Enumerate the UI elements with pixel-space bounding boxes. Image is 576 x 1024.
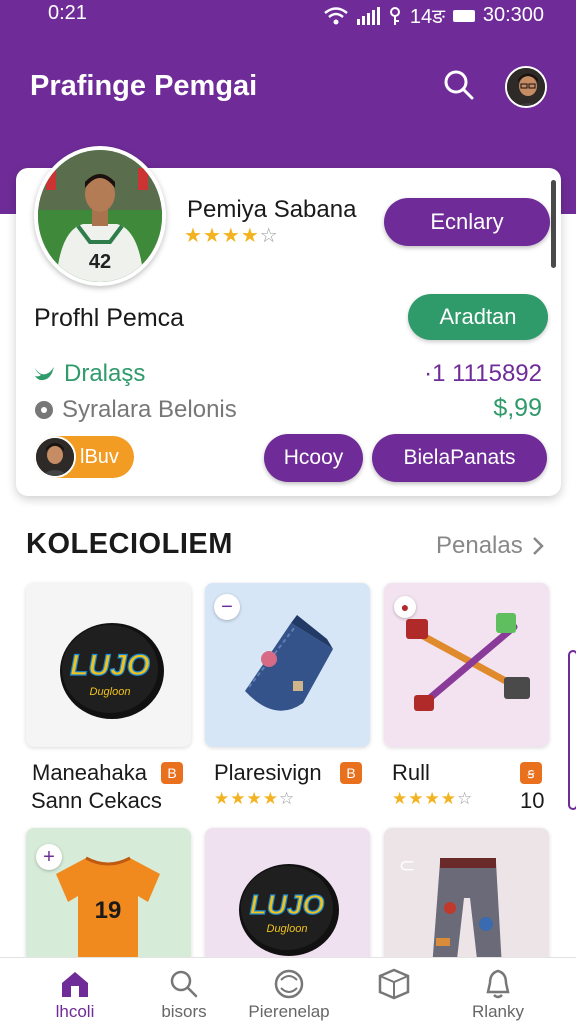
product-count: 10	[520, 788, 545, 813]
battery-icon	[452, 9, 475, 22]
app-screen: 0:21 14ङ 30:300 Prafinge Pemgai 42 Pemiy…	[0, 0, 576, 1024]
star-icon: ★	[221, 225, 240, 247]
stat2-label: Syralara Belonis	[62, 396, 237, 423]
secondary-button-left[interactable]: Hcooy	[264, 434, 363, 482]
star-empty-icon: ☆	[259, 225, 278, 247]
player-name: Pemiya Sabana	[187, 196, 357, 223]
product-name: Plaresivign	[214, 760, 322, 785]
nav-item-notifications[interactable]: Rlanky	[443, 966, 553, 1022]
nav-label: lhcoli	[55, 1002, 95, 1021]
profile-section-label: Profhl Pemca	[34, 304, 185, 332]
battery-text: 14ङ	[409, 6, 445, 28]
star-icon: ★	[230, 789, 246, 808]
wifi-icon	[324, 6, 348, 24]
status-bar: 0:21 14ङ 30:300	[0, 0, 576, 30]
star-icon: ★	[246, 789, 262, 808]
ball-icon	[274, 969, 304, 999]
star-icon: ★	[214, 789, 230, 808]
home-icon	[62, 972, 88, 997]
badge-avatar	[34, 436, 76, 478]
player-photo: 42	[34, 146, 166, 286]
minus-button[interactable]: −	[214, 594, 240, 620]
star-icon: ★	[240, 225, 259, 247]
search-icon	[444, 70, 474, 100]
product-logo-subtext: Dugloon	[267, 923, 308, 935]
gear-icon	[35, 401, 53, 419]
signal-icon	[356, 6, 380, 25]
product-subtitle: Sann Cekacs	[31, 788, 162, 813]
product-card[interactable]: LUJO Dugloon	[205, 828, 370, 968]
nav-item-search[interactable]: bisors	[129, 966, 239, 1022]
product-card[interactable]	[384, 828, 549, 968]
product-image	[432, 858, 502, 968]
add-button[interactable]: +	[36, 844, 62, 870]
jersey-number: 19	[95, 897, 122, 924]
status-time: 0:21	[48, 2, 87, 24]
product-corner-icon[interactable]: ⊂	[394, 852, 420, 878]
product-name: Rull	[392, 760, 430, 785]
bottom-nav: lhcoli bisors Pierenelap Rlanky	[0, 957, 576, 1024]
search-icon	[170, 970, 198, 998]
star-icon: ★	[262, 789, 278, 808]
product-rating: ★ ★ ★ ★ ☆	[214, 790, 294, 807]
nav-item-box[interactable]	[339, 966, 449, 1002]
star-icon: ★	[202, 225, 221, 247]
star-icon: ★	[408, 789, 424, 808]
see-all-link[interactable]: Penalas	[436, 532, 545, 560]
stat1-value: ·1 1115892	[424, 360, 542, 387]
star-icon: ★	[184, 225, 202, 247]
green-action-button[interactable]: Aradtan	[408, 294, 548, 340]
stat2-value: $,99	[493, 394, 542, 422]
bird-icon	[35, 367, 54, 381]
bell-icon	[486, 969, 510, 999]
secondary-button-right[interactable]: BielaPanats	[372, 434, 547, 482]
product-logo-text: LUJO	[70, 649, 150, 682]
product-name: Maneahaka	[32, 760, 147, 785]
next-card-peek[interactable]	[568, 650, 576, 810]
card-scrollbar[interactable]	[551, 180, 556, 268]
star-icon: ★	[392, 789, 408, 808]
stat-row-1: Dralaşs	[34, 360, 145, 388]
player-image: 42	[38, 150, 162, 282]
nav-item-ball[interactable]: Pierenelap	[234, 966, 344, 1022]
star-icon: ★	[440, 789, 456, 808]
player-rating: ★ ★ ★ ★ ☆	[184, 226, 278, 246]
user-badge[interactable]: lBuv	[34, 436, 134, 478]
product-card[interactable]: LUJO Dugloon	[26, 583, 191, 747]
nav-label: Pierenelap	[248, 1002, 330, 1021]
product-image: LUJO Dugloon	[239, 864, 339, 956]
chevron-right-icon	[532, 537, 544, 555]
stat1-label: Dralaşs	[64, 360, 146, 387]
key-icon	[389, 6, 400, 25]
search-button[interactable]	[440, 66, 478, 104]
product-logo-subtext: Dugloon	[90, 686, 131, 698]
stat-row-2: Syralara Belonis	[34, 396, 237, 424]
product-image: LUJO Dugloon	[60, 623, 164, 719]
product-logo-text: LUJO	[250, 889, 325, 920]
nav-label: bisors	[161, 1002, 207, 1021]
see-all-label: Penalas	[436, 532, 523, 559]
star-empty-icon: ☆	[457, 789, 473, 808]
product-badge: B	[161, 762, 183, 784]
player-jersey-number: 42	[89, 251, 111, 273]
star-empty-icon: ☆	[279, 789, 295, 808]
badge-face-icon	[36, 438, 74, 476]
user-avatar[interactable]	[505, 66, 547, 108]
product-rating: ★ ★ ★ ★ ☆	[392, 790, 472, 807]
nav-item-home[interactable]: lhcoli	[20, 966, 130, 1022]
product-badge: ꞩ	[520, 762, 542, 784]
collection-title: KOLECIOLIEM	[26, 528, 233, 560]
status-clock: 30:300	[482, 4, 544, 26]
status-icons: 14ङ 30:300	[323, 2, 544, 29]
star-icon: ★	[424, 789, 440, 808]
badge-text: lBuv	[80, 445, 119, 468]
primary-action-button[interactable]: Ecnlary	[384, 198, 550, 246]
product-corner-icon[interactable]: ●	[394, 596, 416, 618]
nav-label: Rlanky	[472, 1002, 524, 1021]
box-icon	[378, 968, 410, 1000]
page-title: Prafinge Pemgai	[30, 70, 258, 102]
product-badge: B	[340, 762, 362, 784]
